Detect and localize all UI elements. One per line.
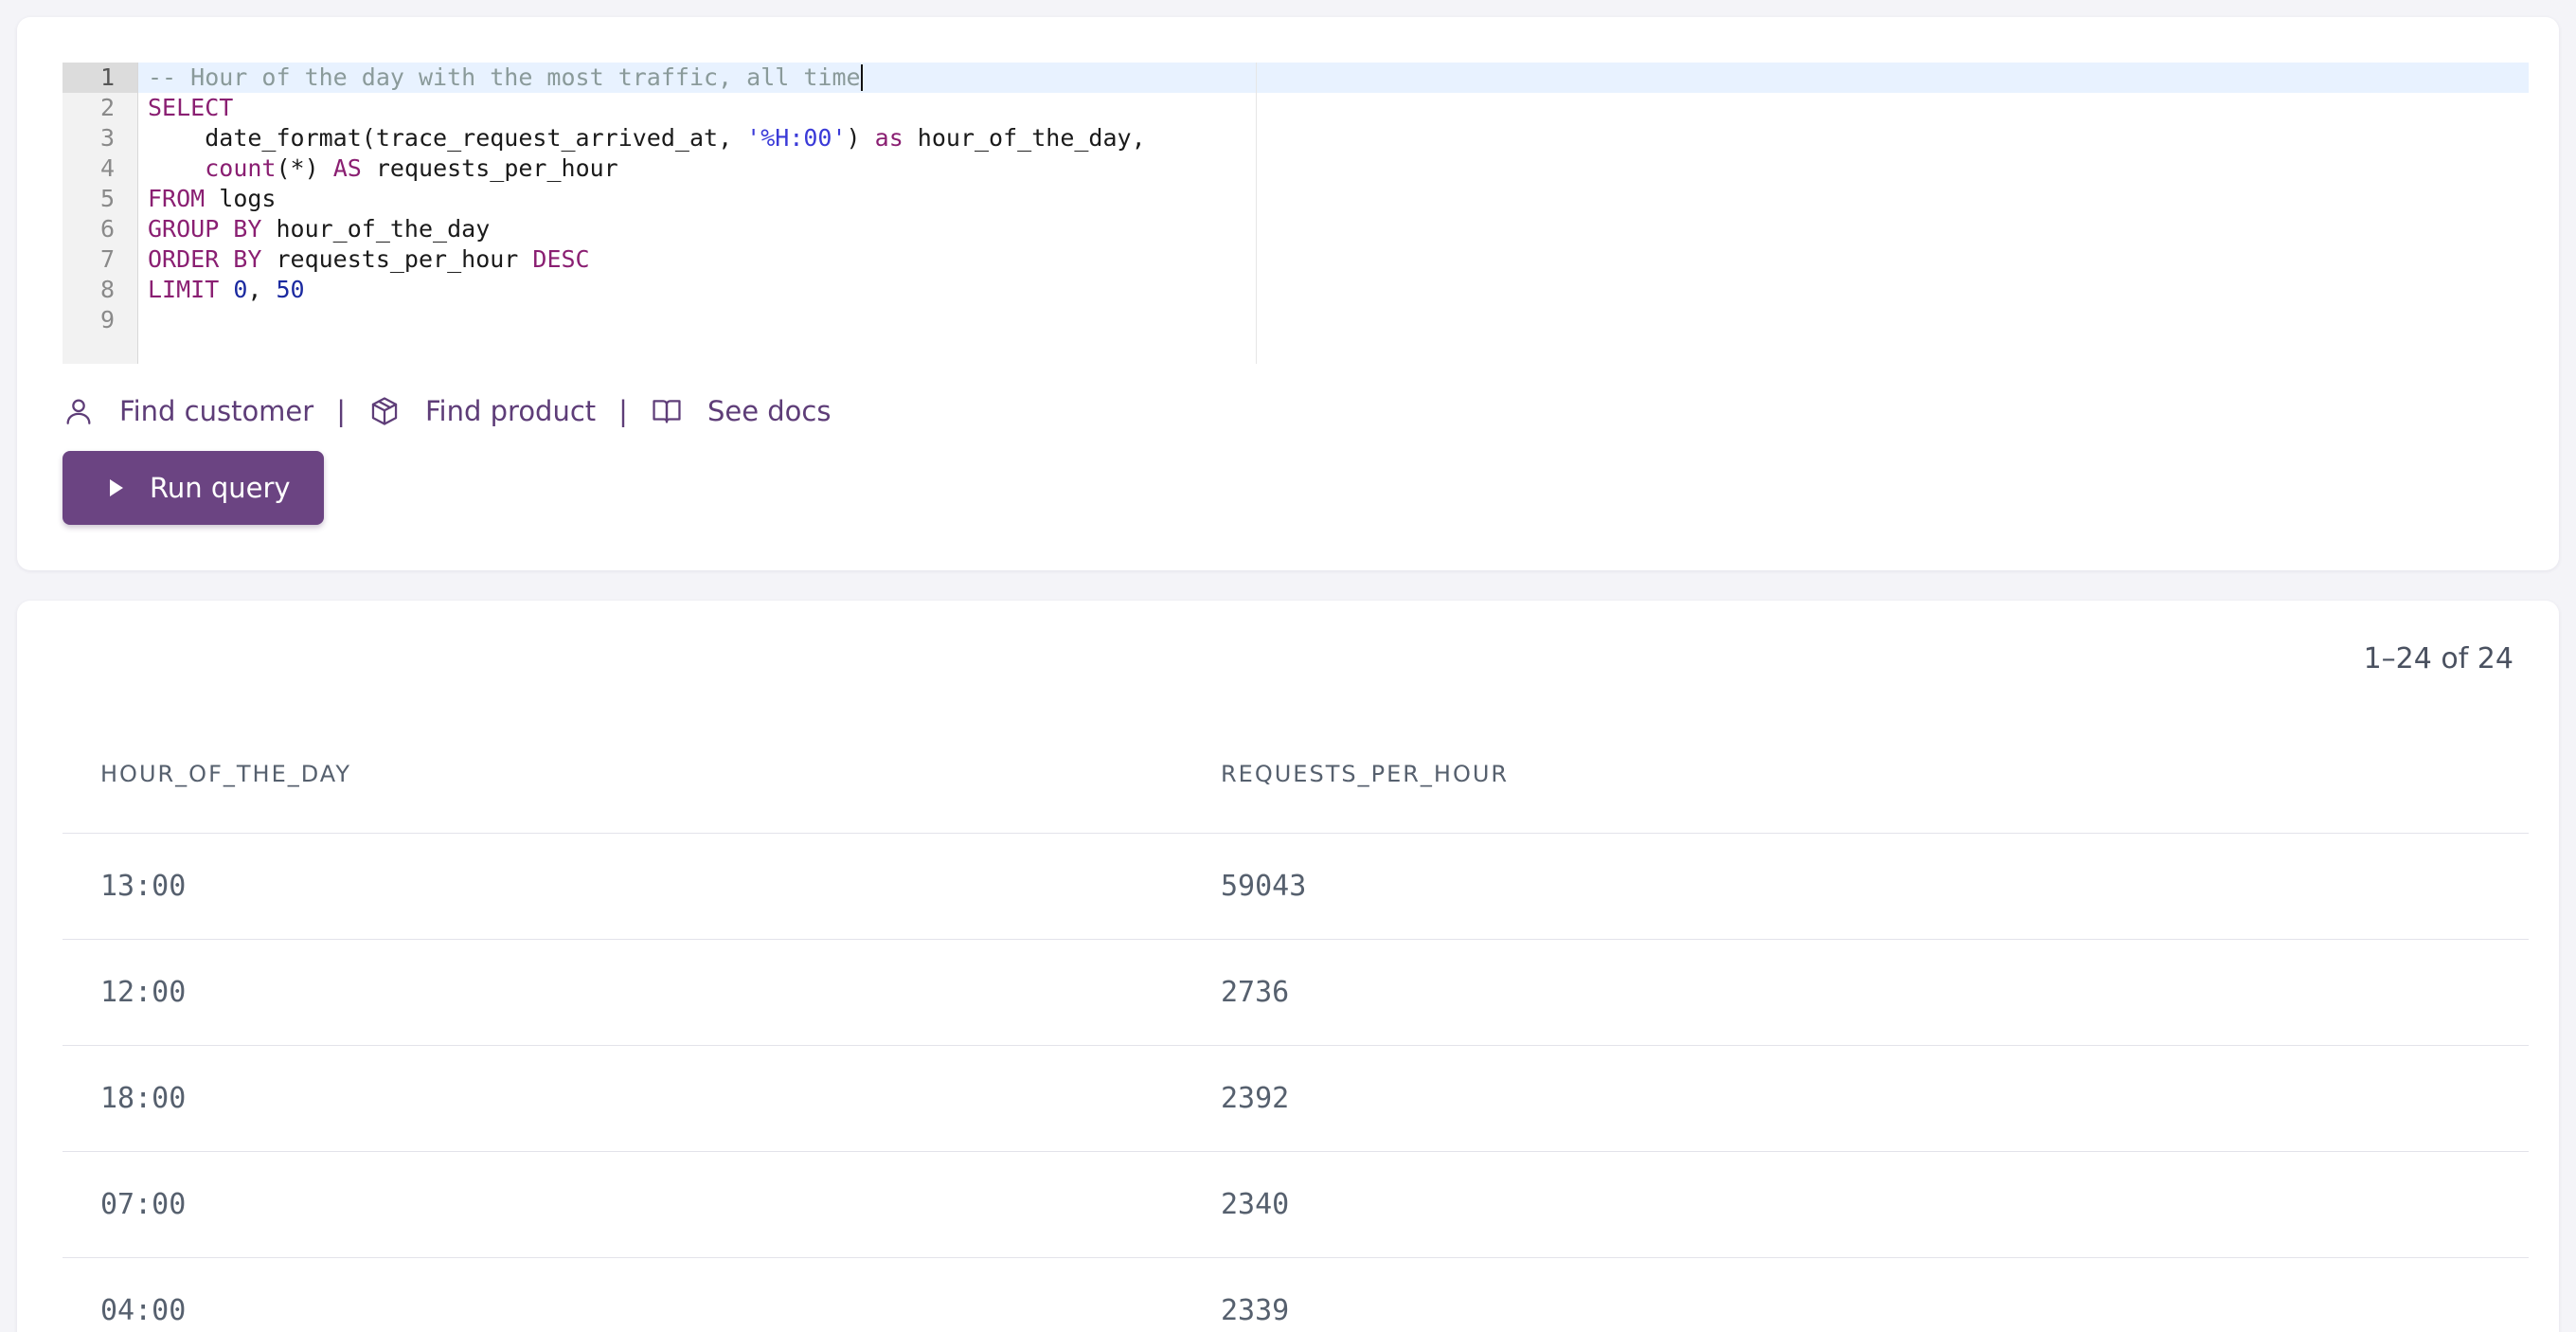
comment-token: -- Hour of the day with the most traffic… [148, 63, 861, 91]
string-token: '%H:00' [746, 124, 847, 152]
code-text: date_format(trace_request_arrived_at, [205, 124, 747, 152]
helper-links: Find customer | Find product | See docs [63, 383, 831, 440]
code-text: (*) [276, 154, 333, 182]
line-number: 7 [99, 245, 115, 273]
code-lines[interactable]: -- Hour of the day with the most traffic… [148, 63, 1146, 335]
code-line-1[interactable]: -- Hour of the day with the most traffic… [148, 63, 1146, 93]
table-row: 07:00 2340 [63, 1152, 2529, 1258]
column-header-hour[interactable]: HOUR_OF_THE_DAY [63, 761, 1221, 787]
play-icon [110, 479, 123, 496]
table-row: 04:00 2339 [63, 1258, 2529, 1332]
code-line-5[interactable]: FROM logs [148, 184, 1146, 214]
keyword-token: LIMIT [148, 276, 220, 303]
find-customer-link[interactable]: Find customer [63, 395, 313, 427]
table-row: 18:00 2392 [63, 1046, 2529, 1152]
see-docs-link[interactable]: See docs [651, 395, 832, 427]
number-token: 50 [276, 276, 305, 303]
keyword-token: as [874, 124, 903, 152]
line-number: 1 [63, 63, 137, 93]
cell-requests: 2736 [1221, 976, 1290, 1009]
code-text: ) [846, 124, 875, 152]
sql-code-editor[interactable]: 1 2 3 4 5 6 7 8 9 -- Hour of the day wit… [63, 63, 2529, 364]
cell-requests: 2340 [1221, 1188, 1290, 1221]
code-text: , [247, 276, 277, 303]
code-text: requests_per_hour [261, 245, 533, 273]
keyword-token: GROUP BY [148, 215, 262, 243]
code-text: logs [205, 185, 277, 212]
run-query-label: Run query [150, 472, 291, 504]
see-docs-label: See docs [707, 395, 832, 427]
cell-hour: 13:00 [100, 870, 187, 903]
number-token: 0 [233, 276, 248, 303]
cell-requests: 2339 [1221, 1294, 1290, 1327]
line-number: 6 [99, 215, 115, 243]
cell-hour: 12:00 [100, 976, 187, 1009]
find-product-link[interactable]: Find product [368, 395, 596, 427]
keyword-token: AS [332, 154, 362, 182]
run-query-button[interactable]: Run query [63, 451, 324, 525]
code-line-7[interactable]: ORDER BY requests_per_hour DESC [148, 244, 1146, 275]
line-number: 4 [99, 154, 115, 182]
keyword-token: FROM [148, 185, 206, 212]
table-row: 13:00 59043 [63, 834, 2529, 940]
code-text: hour_of_the_day, [903, 124, 1146, 152]
cell-hour: 18:00 [100, 1082, 187, 1115]
code-line-4[interactable]: count(*) AS requests_per_hour [148, 153, 1146, 184]
code-line-2[interactable]: SELECT [148, 93, 1146, 123]
keyword-token: DESC [532, 245, 590, 273]
book-icon [653, 400, 681, 423]
keyword-token: SELECT [148, 94, 234, 121]
cell-hour: 07:00 [100, 1188, 187, 1221]
results-table: HOUR_OF_THE_DAY REQUESTS_PER_HOUR 13:00 … [63, 714, 2529, 1332]
table-row: 12:00 2736 [63, 940, 2529, 1046]
cell-requests: 2392 [1221, 1082, 1290, 1115]
line-number: 8 [99, 276, 115, 303]
pagination-info: 1–24 of 24 [2363, 642, 2513, 675]
text-caret [860, 64, 863, 91]
code-line-3[interactable]: date_format(trace_request_arrived_at, '%… [148, 123, 1146, 153]
find-customer-label: Find customer [119, 395, 314, 427]
find-product-label: Find product [424, 395, 597, 427]
print-margin [1256, 63, 1257, 364]
function-token: count [205, 154, 277, 182]
line-number: 9 [99, 306, 115, 333]
package-icon [371, 397, 398, 425]
query-editor-card: 1 2 3 4 5 6 7 8 9 -- Hour of the day wit… [17, 17, 2559, 570]
code-line-6[interactable]: GROUP BY hour_of_the_day [148, 214, 1146, 244]
table-header: HOUR_OF_THE_DAY REQUESTS_PER_HOUR [63, 714, 2529, 834]
separator: | [336, 395, 346, 427]
code-line-9[interactable] [148, 305, 1146, 335]
cell-hour: 04:00 [100, 1294, 187, 1327]
column-header-requests[interactable]: REQUESTS_PER_HOUR [1221, 761, 2529, 787]
keyword-token: ORDER BY [148, 245, 262, 273]
line-number: 3 [99, 124, 115, 152]
code-line-8[interactable]: LIMIT 0, 50 [148, 275, 1146, 305]
line-number-gutter: 1 2 3 4 5 6 7 8 9 [63, 63, 138, 364]
results-card: 1–24 of 24 HOUR_OF_THE_DAY REQUESTS_PER_… [17, 601, 2559, 1332]
cell-requests: 59043 [1221, 870, 1307, 903]
line-number: 5 [99, 185, 115, 212]
separator: | [618, 395, 628, 427]
user-icon [66, 399, 91, 424]
line-number: 2 [99, 94, 115, 121]
code-text: requests_per_hour [361, 154, 618, 182]
code-text: hour_of_the_day [261, 215, 491, 243]
